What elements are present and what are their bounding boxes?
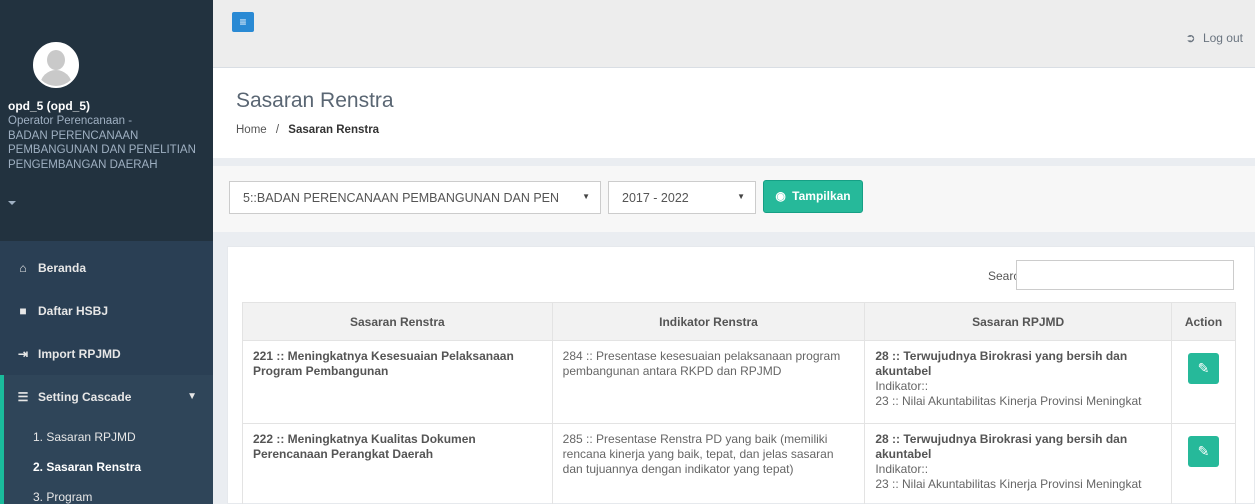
edit-button[interactable]: ✎ xyxy=(1187,436,1219,467)
search-input[interactable] xyxy=(1016,260,1234,290)
year-select-value: 2017 - 2022 xyxy=(622,191,689,205)
eye-icon: ◉ xyxy=(775,189,786,203)
rpjmd-title: 28 :: Terwujudnya Birokrasi yang bersih … xyxy=(875,349,1128,378)
sidebar-menu: ⌂ Beranda ■ Daftar HSBJ ⇥ Import RPJMD ☰… xyxy=(0,246,213,504)
profile-caret-icon[interactable] xyxy=(8,201,16,205)
cell-sasaran-rpjmd: 28 :: Terwujudnya Birokrasi yang bersih … xyxy=(864,340,1172,424)
table-header-row: Sasaran Renstra Indikator Renstra Sasara… xyxy=(242,302,1237,341)
menu-toggle-button[interactable]: ≡ xyxy=(232,12,254,32)
avatar[interactable] xyxy=(33,42,79,88)
profile-role: Operator Perencanaan - BADAN PERENCANAAN… xyxy=(8,114,198,172)
sidebar-item-daftar-hsbj[interactable]: ■ Daftar HSBJ xyxy=(0,289,213,332)
table-row: 221 :: Meningkatnya Kesesuaian Pelaksana… xyxy=(242,340,1237,424)
breadcrumb-home[interactable]: Home xyxy=(236,124,267,136)
avatar-head-shape xyxy=(47,50,65,70)
show-button-label: Tampilkan xyxy=(792,189,851,203)
opd-select-value: 5::BADAN PERENCANAAN PEMBANGUNAN DAN PEN xyxy=(243,191,560,205)
column-header-sasaran-renstra[interactable]: Sasaran Renstra xyxy=(242,302,553,341)
sidebar: opd_5 (opd_5) Operator Perencanaan - BAD… xyxy=(0,0,213,504)
submenu-item-sasaran-renstra[interactable]: 2. Sasaran Renstra xyxy=(4,452,213,482)
setting-cascade-submenu: 1. Sasaran RPJMD 2. Sasaran Renstra 3. P… xyxy=(0,418,213,504)
rpjmd-indikator-label: Indikator:: xyxy=(875,462,929,476)
table-row: 222 :: Meningkatnya Kualitas Dokumen Per… xyxy=(242,423,1237,504)
cell-indikator-renstra: 285 :: Presentase Renstra PD yang baik (… xyxy=(551,423,866,504)
sidebar-item-beranda[interactable]: ⌂ Beranda xyxy=(0,246,213,289)
submenu-item-sasaran-rpjmd[interactable]: 1. Sasaran RPJMD xyxy=(4,422,213,452)
dropdown-arrow-icon: ▼ xyxy=(582,192,590,201)
submenu-item-program[interactable]: 3. Program xyxy=(4,482,213,504)
profile-role-line1: Operator Perencanaan - xyxy=(8,115,133,127)
cell-sasaran-renstra: 222 :: Meningkatnya Kualitas Dokumen Per… xyxy=(242,423,553,504)
column-header-action: Action xyxy=(1170,302,1237,341)
page-title: Sasaran Renstra xyxy=(236,89,394,112)
breadcrumb: Home / Sasaran Renstra xyxy=(236,124,379,136)
sidebar-item-import-rpjmd[interactable]: ⇥ Import RPJMD xyxy=(0,332,213,375)
profile-role-line2: BADAN PERENCANAAN PEMBANGUNAN DAN PENELI… xyxy=(8,129,196,171)
sidebar-item-label: Daftar HSBJ xyxy=(38,303,109,318)
chevron-down-icon: ▼ xyxy=(187,391,197,402)
rpjmd-indikator-value: 23 :: Nilai Akuntabilitas Kinerja Provin… xyxy=(875,394,1142,408)
column-header-sasaran-rpjmd[interactable]: Sasaran RPJMD xyxy=(864,302,1172,341)
rpjmd-indikator-value: 23 :: Nilai Akuntabilitas Kinerja Provin… xyxy=(875,477,1142,491)
logout-link[interactable]: ➲ Log out xyxy=(1186,31,1243,45)
cell-sasaran-rpjmd: 28 :: Terwujudnya Birokrasi yang bersih … xyxy=(864,423,1172,504)
dropdown-arrow-icon: ▼ xyxy=(737,192,745,201)
rpjmd-title: 28 :: Terwujudnya Birokrasi yang bersih … xyxy=(875,432,1128,461)
filter-panel: 5::BADAN PERENCANAAN PEMBANGUNAN DAN PEN… xyxy=(213,166,1255,232)
table-panel: Search: Sasaran Renstra Indikator Renstr… xyxy=(227,246,1255,504)
profile-name: opd_5 (opd_5) xyxy=(8,99,91,113)
breadcrumb-separator: / xyxy=(275,124,280,136)
list-icon: ☰ xyxy=(17,389,29,404)
sasaran-table: Sasaran Renstra Indikator Renstra Sasara… xyxy=(242,302,1237,504)
show-button[interactable]: ◉ Tampilkan xyxy=(763,180,863,213)
profile-panel: opd_5 (opd_5) Operator Perencanaan - BAD… xyxy=(0,0,213,241)
edit-button[interactable]: ✎ xyxy=(1187,353,1219,384)
sidebar-item-label: Import RPJMD xyxy=(38,346,121,361)
avatar-body-shape xyxy=(40,70,72,86)
rpjmd-indikator-label: Indikator:: xyxy=(875,379,929,393)
cell-indikator-renstra: 284 :: Presentase kesesuaian pelaksanaan… xyxy=(551,340,866,424)
top-navbar: ≡ ➲ Log out xyxy=(213,0,1255,68)
sidebar-item-label: Beranda xyxy=(38,260,87,275)
opd-select[interactable]: 5::BADAN PERENCANAAN PEMBANGUNAN DAN PEN… xyxy=(229,181,601,214)
column-header-indikator-renstra[interactable]: Indikator Renstra xyxy=(551,302,866,341)
year-select[interactable]: 2017 - 2022 ▼ xyxy=(608,181,756,214)
book-icon: ■ xyxy=(19,303,27,318)
home-icon: ⌂ xyxy=(19,260,27,275)
sidebar-item-setting-cascade[interactable]: ☰ Setting Cascade ▼ xyxy=(0,375,213,418)
page-header: Sasaran Renstra Home / Sasaran Renstra xyxy=(213,68,1255,158)
import-icon: ⇥ xyxy=(17,346,29,361)
breadcrumb-current: Sasaran Renstra xyxy=(288,124,380,136)
cell-action: ✎ xyxy=(1170,423,1237,504)
sidebar-item-label: Setting Cascade xyxy=(38,389,132,404)
logout-label: Log out xyxy=(1202,31,1243,45)
cell-sasaran-renstra: 221 :: Meningkatnya Kesesuaian Pelaksana… xyxy=(242,340,553,424)
sign-out-icon: ➲ xyxy=(1185,31,1196,45)
cell-action: ✎ xyxy=(1170,340,1237,424)
